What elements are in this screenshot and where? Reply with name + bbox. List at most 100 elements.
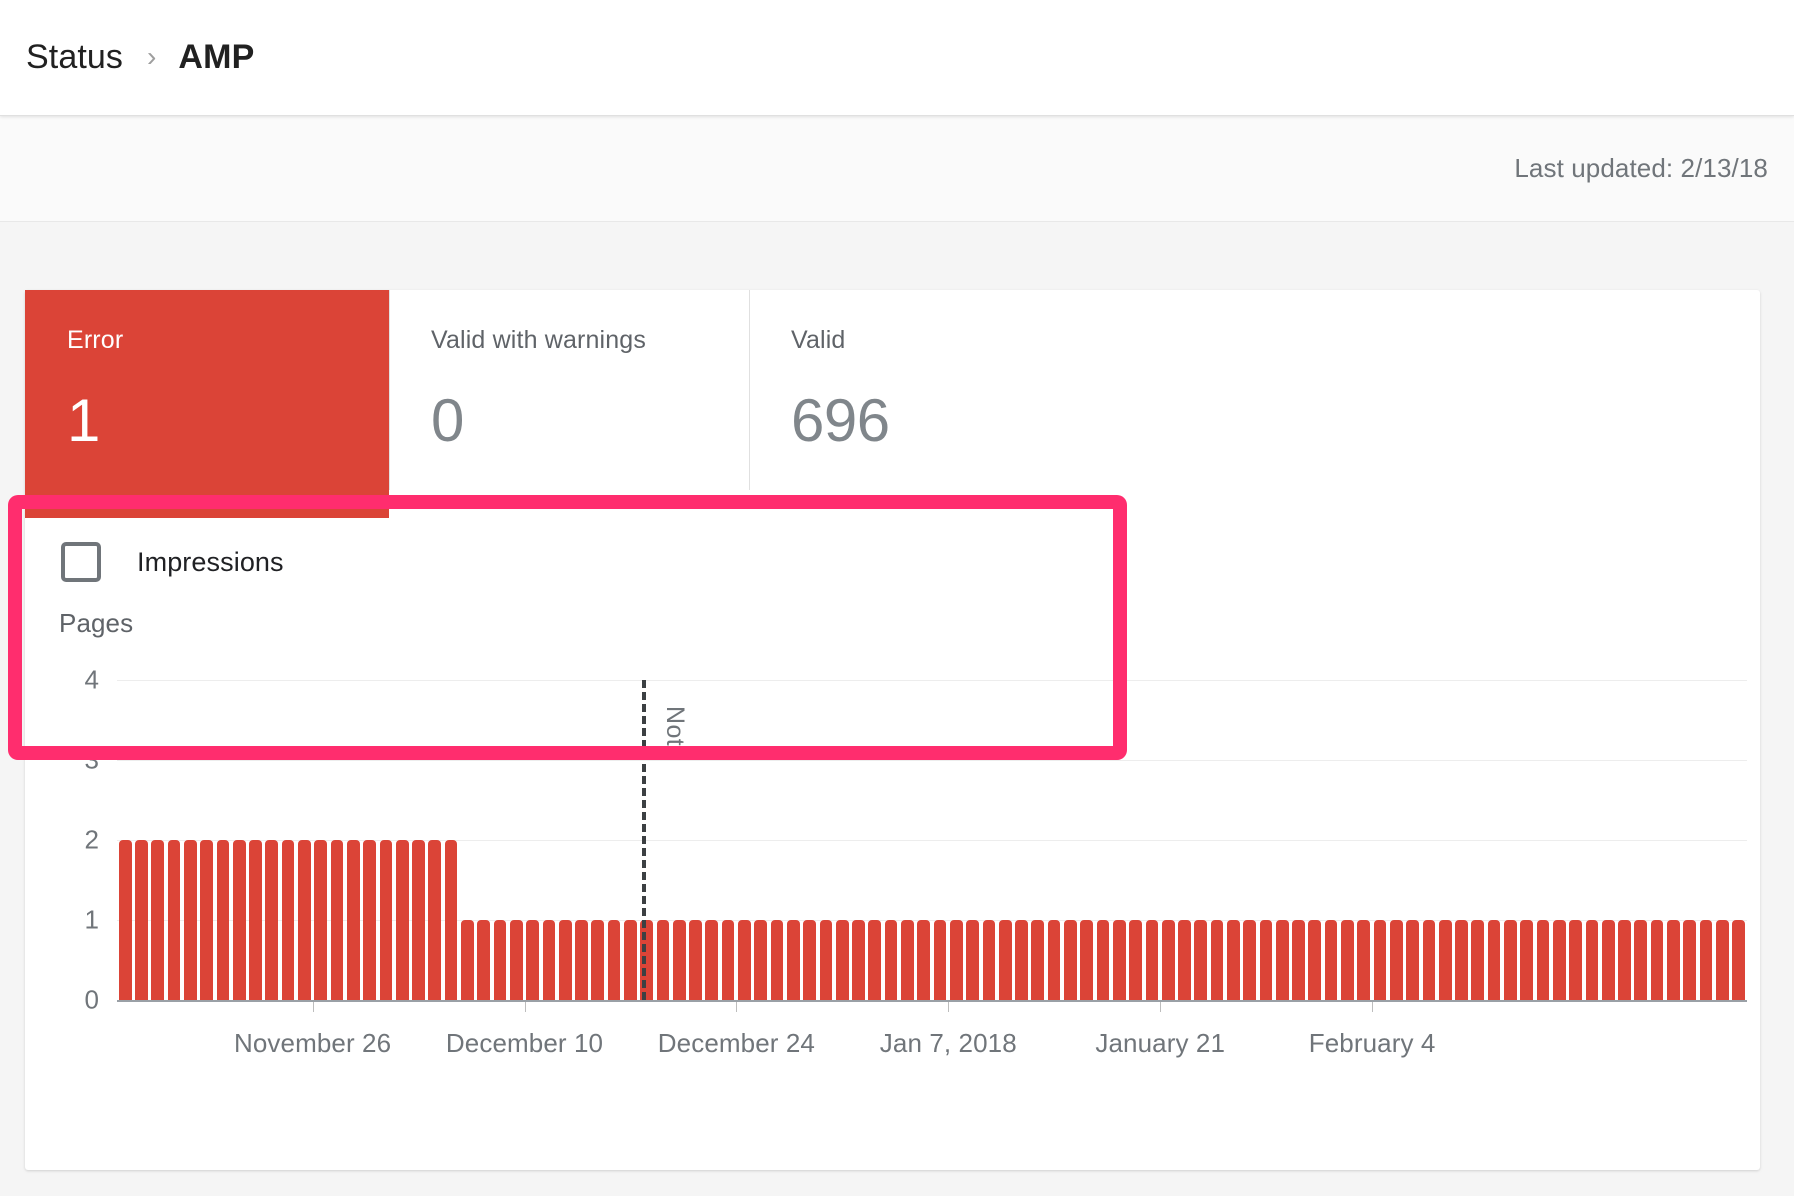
chart-bar[interactable] — [998, 920, 1012, 1000]
chart-bar[interactable] — [966, 920, 979, 1000]
chart-bar-slot[interactable] — [1144, 680, 1160, 1000]
chart-bar[interactable] — [346, 840, 360, 1000]
chart-bar[interactable] — [395, 840, 409, 1000]
chart-bar[interactable] — [1422, 920, 1436, 1000]
chart-bar[interactable] — [1471, 920, 1485, 1000]
chart-bar[interactable] — [526, 920, 539, 1000]
chart-bar-slot[interactable] — [1551, 680, 1567, 1000]
chart-bar-slot[interactable] — [1421, 680, 1437, 1000]
chart-bar-slot[interactable] — [899, 680, 915, 1000]
chart-bar[interactable] — [118, 840, 132, 1000]
chart-bar[interactable] — [444, 840, 458, 1000]
chart-bar-slot[interactable] — [1046, 680, 1062, 1000]
chart-bar-slot[interactable] — [524, 680, 540, 1000]
chart-bar-slot[interactable] — [1486, 680, 1502, 1000]
chart-bar[interactable] — [607, 920, 621, 1000]
chart-bar[interactable] — [1650, 920, 1664, 1000]
chart-bar[interactable] — [1504, 920, 1517, 1000]
chart-bar-slot[interactable] — [769, 680, 785, 1000]
chart-bar[interactable] — [917, 920, 931, 1000]
chart-bar[interactable] — [379, 840, 393, 1000]
chart-bar-slot[interactable] — [964, 680, 980, 1000]
chart-bar[interactable] — [558, 920, 572, 1000]
chart-bar-slot[interactable] — [345, 680, 361, 1000]
chart-bar-slot[interactable] — [1013, 680, 1029, 1000]
chart-bar[interactable] — [1047, 920, 1061, 1000]
chart-bar-slot[interactable] — [997, 680, 1013, 1000]
chart-bar-slot[interactable] — [1241, 680, 1257, 1000]
chart-bar[interactable] — [216, 840, 230, 1000]
chart-bar[interactable] — [1520, 920, 1534, 1000]
chart-bar-slot[interactable] — [932, 680, 948, 1000]
chart-bar-slot[interactable] — [1372, 680, 1388, 1000]
chart-bar[interactable] — [738, 920, 751, 1000]
chart-bar-slot[interactable] — [1502, 680, 1518, 1000]
chart-bar[interactable] — [721, 920, 735, 1000]
chart-bar[interactable] — [1618, 920, 1631, 1000]
chart-bar-slot[interactable] — [1453, 680, 1469, 1000]
chart-bar-slot[interactable] — [1339, 680, 1355, 1000]
chart-bar[interactable] — [1634, 920, 1648, 1000]
chart-bar-slot[interactable] — [459, 680, 475, 1000]
chart-bar[interactable] — [1667, 920, 1680, 1000]
chart-bar-slot[interactable] — [704, 680, 720, 1000]
chart-bar-slot[interactable] — [916, 680, 932, 1000]
chart-bar-slot[interactable] — [150, 680, 166, 1000]
chart-bar[interactable] — [868, 920, 882, 1000]
chart-bar[interactable] — [1226, 920, 1240, 1000]
chart-bar[interactable] — [1080, 920, 1094, 1000]
chart-bar-slot[interactable] — [1437, 680, 1453, 1000]
chart-bar-slot[interactable] — [590, 680, 606, 1000]
chart-bar-slot[interactable] — [427, 680, 443, 1000]
chart-bar[interactable] — [509, 920, 523, 1000]
chart-bar[interactable] — [933, 920, 947, 1000]
chart-bar[interactable] — [754, 920, 768, 1000]
chart-bar[interactable] — [1569, 920, 1582, 1000]
chart-bar[interactable] — [1129, 920, 1142, 1000]
chart-bar-slot[interactable] — [1176, 680, 1192, 1000]
chart-bar[interactable] — [1585, 920, 1599, 1000]
chart-bar[interactable] — [1112, 920, 1126, 1000]
chart-bar-slot[interactable] — [1209, 680, 1225, 1000]
chart-bar[interactable] — [1259, 920, 1273, 1000]
chart-bar[interactable] — [1210, 920, 1224, 1000]
chart-bar[interactable] — [1064, 920, 1077, 1000]
chart-bar[interactable] — [901, 920, 914, 1000]
chart-bar-slot[interactable] — [247, 680, 263, 1000]
chart-bar[interactable] — [1373, 920, 1387, 1000]
chart-bar[interactable] — [656, 920, 670, 1000]
chart-bar-slot[interactable] — [1193, 680, 1209, 1000]
chart-bar[interactable] — [1292, 920, 1305, 1000]
chart-bar[interactable] — [1308, 920, 1322, 1000]
status-card-valid-with-warnings[interactable]: Valid with warnings 0 — [389, 290, 749, 518]
chart-bar-slot[interactable] — [1519, 680, 1535, 1000]
chart-bar-slot[interactable] — [557, 680, 573, 1000]
chart-bar-slot[interactable] — [1730, 680, 1746, 1000]
chart-bar-slot[interactable] — [1323, 680, 1339, 1000]
chart-bar-slot[interactable] — [133, 680, 149, 1000]
chart-bar-slot[interactable] — [1633, 680, 1649, 1000]
chart-bar[interactable] — [819, 920, 833, 1000]
chart-bar[interactable] — [1096, 920, 1110, 1000]
chart-bar-slot[interactable] — [981, 680, 997, 1000]
chart-bar-slot[interactable] — [1616, 680, 1632, 1000]
chart-bar[interactable] — [1487, 920, 1501, 1000]
chart-bar-slot[interactable] — [1388, 680, 1404, 1000]
chart-bar-slot[interactable] — [492, 680, 508, 1000]
chart-bar-slot[interactable] — [508, 680, 524, 1000]
chart-bar-slot[interactable] — [687, 680, 703, 1000]
chart-bar-slot[interactable] — [264, 680, 280, 1000]
chart-bar[interactable] — [542, 920, 556, 1000]
chart-bar[interactable] — [852, 920, 865, 1000]
chart-bar[interactable] — [232, 840, 246, 1000]
chart-bar-slot[interactable] — [606, 680, 622, 1000]
chart-bar-slot[interactable] — [1356, 680, 1372, 1000]
chart-bar[interactable] — [1552, 920, 1566, 1000]
chart-bar[interactable] — [363, 840, 376, 1000]
chart-bar-slot[interactable] — [1470, 680, 1486, 1000]
chart-bar[interactable] — [281, 840, 295, 1000]
chart-bar-slot[interactable] — [785, 680, 801, 1000]
chart-bar[interactable] — [1161, 920, 1175, 1000]
chart-bar-slot[interactable] — [1290, 680, 1306, 1000]
chart-bar[interactable] — [477, 920, 491, 1000]
